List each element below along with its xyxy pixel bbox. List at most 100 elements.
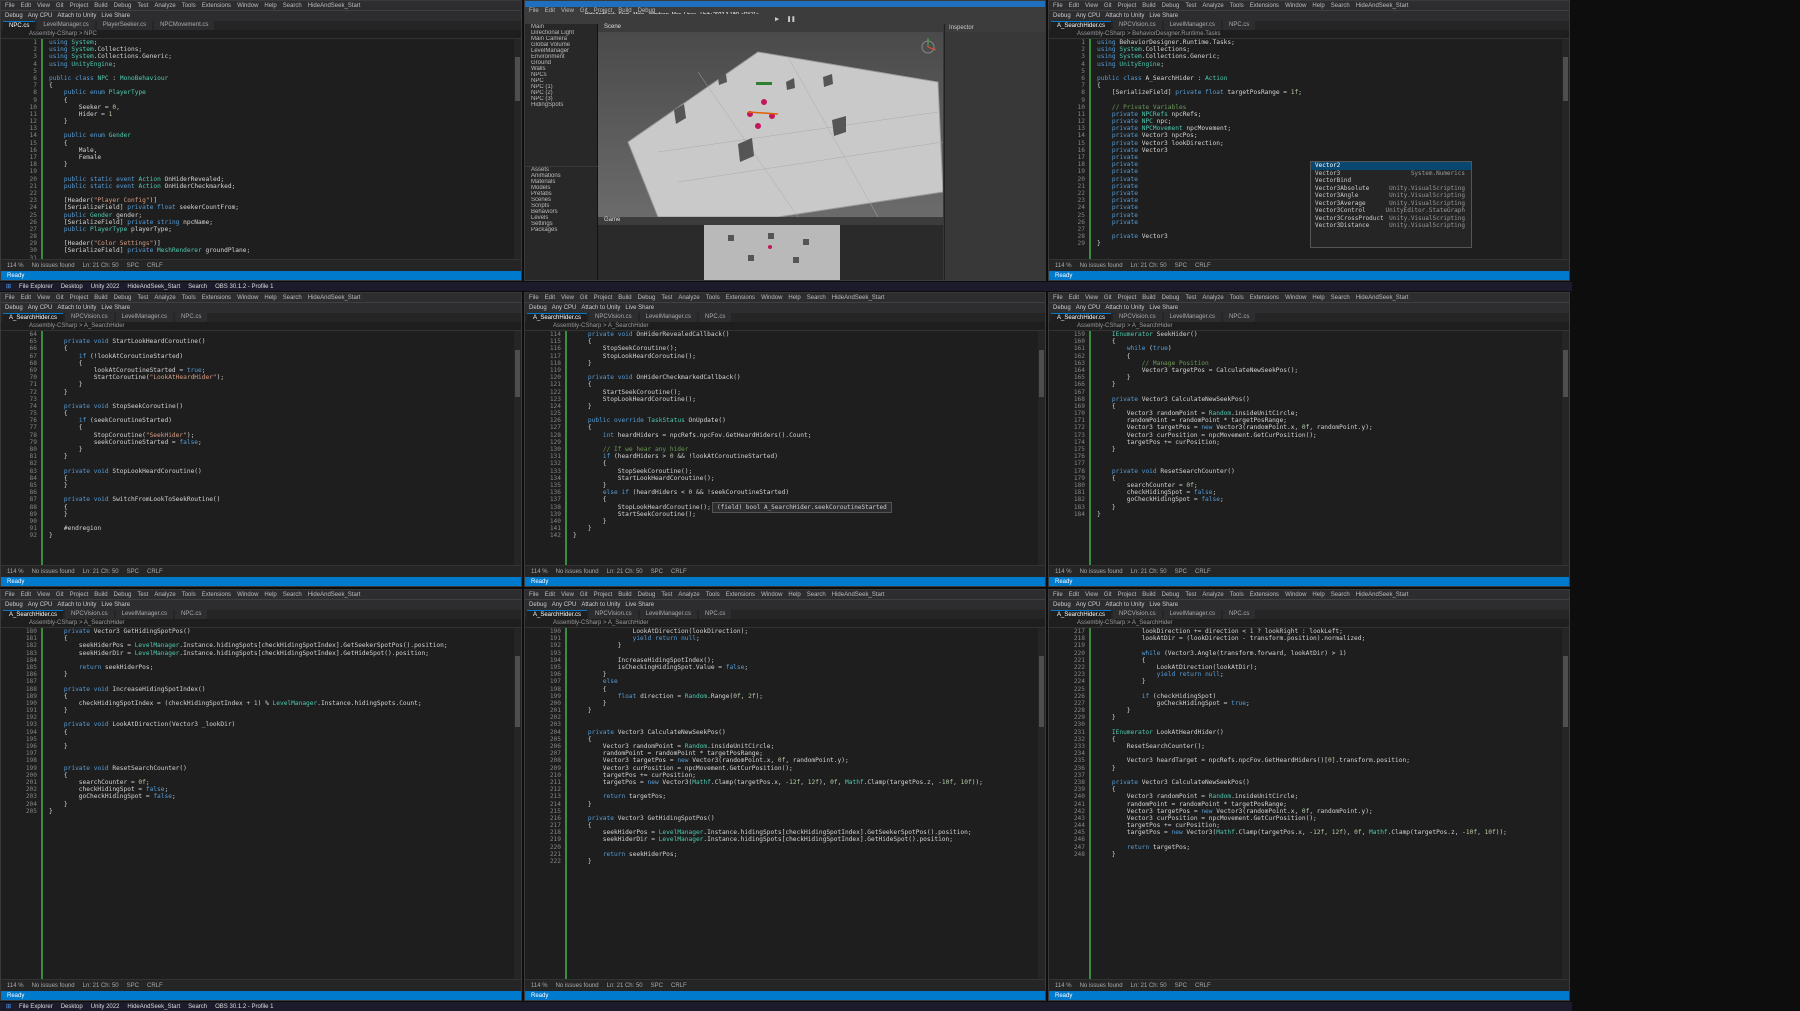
code-line[interactable]: { [1097, 338, 1569, 345]
code-text[interactable]: private void OnHiderRevealedCallback() {… [567, 331, 1045, 566]
code-line[interactable]: ​ [1097, 97, 1569, 104]
code-line[interactable]: targetPos += curPosition; [1097, 439, 1569, 446]
code-line[interactable]: using BehaviorDesigner.Runtime.Tasks; [1097, 39, 1569, 46]
menu-item[interactable]: Extensions [1250, 295, 1279, 301]
tab-scene[interactable]: Scene [598, 24, 627, 30]
play-button[interactable]: ▶ [775, 15, 779, 23]
completion-item[interactable]: Vector3Absolute Unity.VisualScripting [1311, 185, 1471, 193]
menu-item[interactable]: Search [283, 3, 302, 9]
menu-item[interactable]: View [37, 295, 50, 301]
code-line[interactable]: private void StopSeekCoroutine() [49, 403, 521, 410]
taskbar-item[interactable]: OBS 30.1.2 - Profile 1 [215, 284, 273, 290]
menu-item[interactable]: File [5, 592, 15, 598]
code-line[interactable]: { [1097, 786, 1569, 793]
code-text[interactable]: lookDirection += direction < 1 ? lookRig… [1091, 628, 1569, 980]
menu-item[interactable]: File [1053, 3, 1063, 9]
toolbar-platform[interactable]: Any CPU [1076, 13, 1101, 19]
code-line[interactable]: public static event Action OnHiderCheckm… [49, 183, 521, 190]
menu-item[interactable]: Build [1142, 592, 1155, 598]
toolbar-live-share[interactable]: Live Share [625, 602, 654, 608]
tab-file[interactable]: A_SearchHider.cs [1051, 313, 1112, 322]
code-line[interactable]: StopCoroutine("SeekHider"); [49, 432, 521, 439]
code-line[interactable]: { [1097, 82, 1569, 89]
code-line[interactable]: { [1097, 736, 1569, 743]
code-line[interactable]: if (heardHiders > 0 && !lookAtCoroutineS… [573, 453, 1045, 460]
menu-item[interactable]: Window [237, 592, 258, 598]
code-line[interactable]: private NPC npc; [1097, 118, 1569, 125]
code-line[interactable]: ​ [1097, 686, 1569, 693]
code-line[interactable]: if (checkHidingSpot) [1097, 693, 1569, 700]
menu-item[interactable]: Build [1142, 295, 1155, 301]
code-line[interactable]: { [49, 729, 521, 736]
tab-file[interactable]: NPC.cs [698, 313, 732, 322]
toolbar-config[interactable]: Debug [5, 602, 23, 608]
menu-item[interactable]: Extensions [202, 3, 231, 9]
toolbar-attach[interactable]: Attach to Unity [581, 602, 620, 608]
code-line[interactable]: while (true) [1097, 345, 1569, 352]
pause-button[interactable]: ❚❚ [787, 15, 795, 23]
code-line[interactable]: private Vector3 lookDirection; [1097, 140, 1569, 147]
code-line[interactable]: StartCoroutine("LookAtHeardHider"); [49, 374, 521, 381]
code-line[interactable]: ​ [49, 190, 521, 197]
code-line[interactable]: randomPoint = randomPoint * targetPosRan… [573, 750, 1045, 757]
code-line[interactable]: seekHiderDir = LevelManager.Instance.hid… [49, 650, 521, 657]
scrollbar-thumb[interactable] [1563, 656, 1568, 727]
code-line[interactable]: else if (heardHiders < 0 && !seekCorouti… [573, 489, 1045, 496]
tab-file[interactable]: NPCMovement.cs [154, 21, 215, 30]
code-line[interactable]: ​ [573, 808, 1045, 815]
menu-item[interactable]: View [561, 592, 574, 598]
code-line[interactable]: } [573, 360, 1045, 367]
tab-file[interactable]: NPC.cs [1222, 313, 1256, 322]
code-line[interactable]: using System.Collections; [49, 46, 521, 53]
code-line[interactable]: ​ [49, 714, 521, 721]
code-line[interactable]: } [1097, 504, 1569, 511]
unity-menu-item[interactable]: View [561, 8, 574, 14]
menu-item[interactable]: Build [618, 295, 631, 301]
menu-item[interactable]: File [529, 295, 539, 301]
menu-item[interactable]: Project [70, 295, 89, 301]
menu-item[interactable]: Git [56, 3, 64, 9]
code-line[interactable]: { [573, 822, 1045, 829]
menu-item[interactable]: File [1053, 592, 1063, 598]
toolbar-live-share[interactable]: Live Share [625, 305, 654, 311]
menu-item[interactable]: View [561, 295, 574, 301]
menu-item[interactable]: Analyze [1202, 295, 1223, 301]
menu-item[interactable]: Help [1312, 3, 1324, 9]
code-line[interactable]: targetPos = new Vector3(Mathf.Clamp(targ… [573, 779, 1045, 786]
code-line[interactable]: using UnityEngine; [1097, 61, 1569, 68]
toolbar-config[interactable]: Debug [5, 305, 23, 311]
code-line[interactable]: Vector3 heardTarget = npcRefs.npcFov.Get… [1097, 757, 1569, 764]
code-line[interactable]: private void IncreaseHidingSpotIndex() [49, 686, 521, 693]
code-line[interactable]: } [573, 707, 1045, 714]
code-line[interactable]: } [573, 858, 1045, 865]
toolbar-live-share[interactable]: Live Share [1149, 602, 1178, 608]
menu-item[interactable]: Window [1285, 3, 1306, 9]
code-line[interactable]: Vector3 randomPoint = Random.insideUnitC… [1097, 410, 1569, 417]
code-editor[interactable]: 159 160 161 162 163 164 165 166 167 168 169 170 171 1… [1049, 331, 1569, 566]
vertical-scrollbar[interactable] [514, 628, 521, 980]
menu-item[interactable]: Window [237, 295, 258, 301]
unity-menu-item[interactable]: Build [618, 8, 631, 14]
menu-item[interactable]: Window [761, 295, 782, 301]
code-line[interactable]: private Vector3 CalculateNewSeekPos() [1097, 779, 1569, 786]
code-line[interactable]: } [49, 161, 521, 168]
code-line[interactable]: } [49, 671, 521, 678]
code-line[interactable]: // If we hear any hider [573, 446, 1045, 453]
menu-item[interactable]: Build [94, 295, 107, 301]
code-line[interactable]: yield return null; [573, 635, 1045, 642]
code-line[interactable]: private void LookAtDirection(Vector3 _lo… [49, 721, 521, 728]
menu-item[interactable]: Git [580, 592, 588, 598]
menu-item[interactable]: Test [661, 592, 672, 598]
navigation-bar[interactable]: Assembly-CSharp > A_SearchHider [1, 322, 521, 331]
code-line[interactable]: using UnityEngine; [49, 61, 521, 68]
code-line[interactable]: ​ [49, 489, 521, 496]
code-line[interactable]: { [49, 504, 521, 511]
menu-item[interactable]: Edit [21, 592, 31, 598]
navigation-bar[interactable]: Assembly-CSharp > BehaviorDesigner.Runti… [1049, 30, 1569, 39]
taskbar-item[interactable]: File Explorer [19, 1004, 53, 1010]
tab-file[interactable]: LevelManager.cs [639, 610, 697, 619]
tab-file[interactable]: NPC.cs [174, 313, 208, 322]
code-line[interactable]: } [573, 403, 1045, 410]
code-line[interactable]: Seeker = 0, [49, 104, 521, 111]
menu-item[interactable]: Analyze [1202, 592, 1223, 598]
